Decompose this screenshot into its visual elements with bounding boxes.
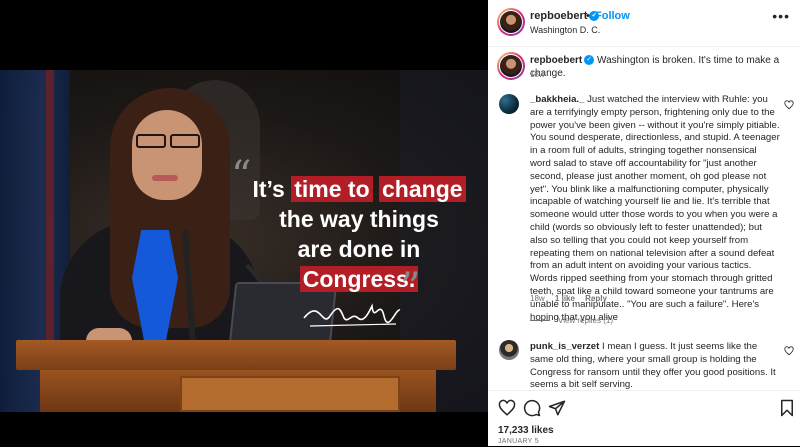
verified-icon: ✓	[584, 55, 595, 66]
post-location[interactable]: Washington D. C.	[530, 25, 600, 35]
commenter-avatar[interactable]	[499, 340, 519, 360]
replies-line	[530, 320, 550, 322]
view-replies-button[interactable]: View replies (1)	[530, 316, 613, 325]
comment-body: Just watched the interview with Ruhle: y…	[530, 94, 780, 323]
comment-likes[interactable]: 1 like	[555, 294, 575, 303]
quote-text: It’s time to change the way things are d…	[244, 174, 474, 294]
caption-avatar[interactable]	[497, 52, 525, 80]
comment-icon[interactable]	[523, 399, 541, 417]
like-comment-heart-icon[interactable]	[784, 346, 794, 356]
quote-line-1: It’s time to change	[244, 174, 474, 204]
comment-username[interactable]: punk_is_verzet	[530, 341, 599, 352]
quote-highlight-1: time to	[291, 176, 373, 202]
signature-graphic	[303, 303, 401, 327]
post-header: repboebert ✓ • Follow Washington D. C. ••…	[488, 0, 800, 47]
follow-button[interactable]: Follow	[595, 10, 630, 22]
quote-line-2: the way things	[279, 206, 439, 232]
post-image[interactable]: “ It’s time to change the way things are…	[0, 70, 488, 412]
separator-dot: •	[586, 10, 590, 22]
podium-panel	[180, 376, 400, 412]
instagram-post-modal: “ It’s time to change the way things are…	[0, 0, 800, 446]
comment-time[interactable]: 18w	[530, 294, 545, 303]
post-sidebar: repboebert ✓ • Follow Washington D. C. ••…	[488, 0, 800, 446]
caption-timestamp[interactable]: 18w	[530, 70, 545, 79]
caption-username[interactable]: repboebert	[530, 55, 582, 66]
post-media[interactable]: “ It’s time to change the way things are…	[0, 0, 488, 446]
speaker-face	[132, 110, 202, 200]
speaker-glasses	[130, 134, 206, 148]
heart-icon[interactable]	[498, 399, 516, 417]
reply-button[interactable]: Reply	[585, 294, 607, 303]
likes-count[interactable]: 17,233 likes	[498, 425, 554, 436]
speaker-mouth	[152, 175, 178, 181]
share-icon[interactable]	[548, 399, 566, 417]
podium-top	[16, 340, 456, 370]
quote-line-3: are done in	[297, 236, 421, 262]
more-icon[interactable]: •••	[772, 8, 790, 24]
caption-text: repboebert ✓ Washington is broken. It's t…	[530, 54, 780, 80]
comment-meta: 18w 1 like Reply	[530, 294, 615, 303]
comment-username[interactable]: _bakkheia._	[530, 94, 584, 105]
commenter-avatar[interactable]	[499, 94, 519, 114]
quote-highlight-2: change	[379, 176, 466, 202]
author-avatar[interactable]	[497, 8, 525, 36]
comment-text: _bakkheia._ Just watched the interview w…	[530, 94, 780, 324]
like-comment-heart-icon[interactable]	[784, 100, 794, 110]
comment-list[interactable]: _bakkheia._ Just watched the interview w…	[488, 88, 800, 390]
comment-text: punk_is_verzet I mean I guess. It just s…	[530, 341, 780, 392]
post-actions: 17,233 likes JANUARY 5	[488, 390, 800, 447]
bookmark-icon[interactable]	[778, 399, 796, 417]
post-date: JANUARY 5	[498, 438, 539, 445]
